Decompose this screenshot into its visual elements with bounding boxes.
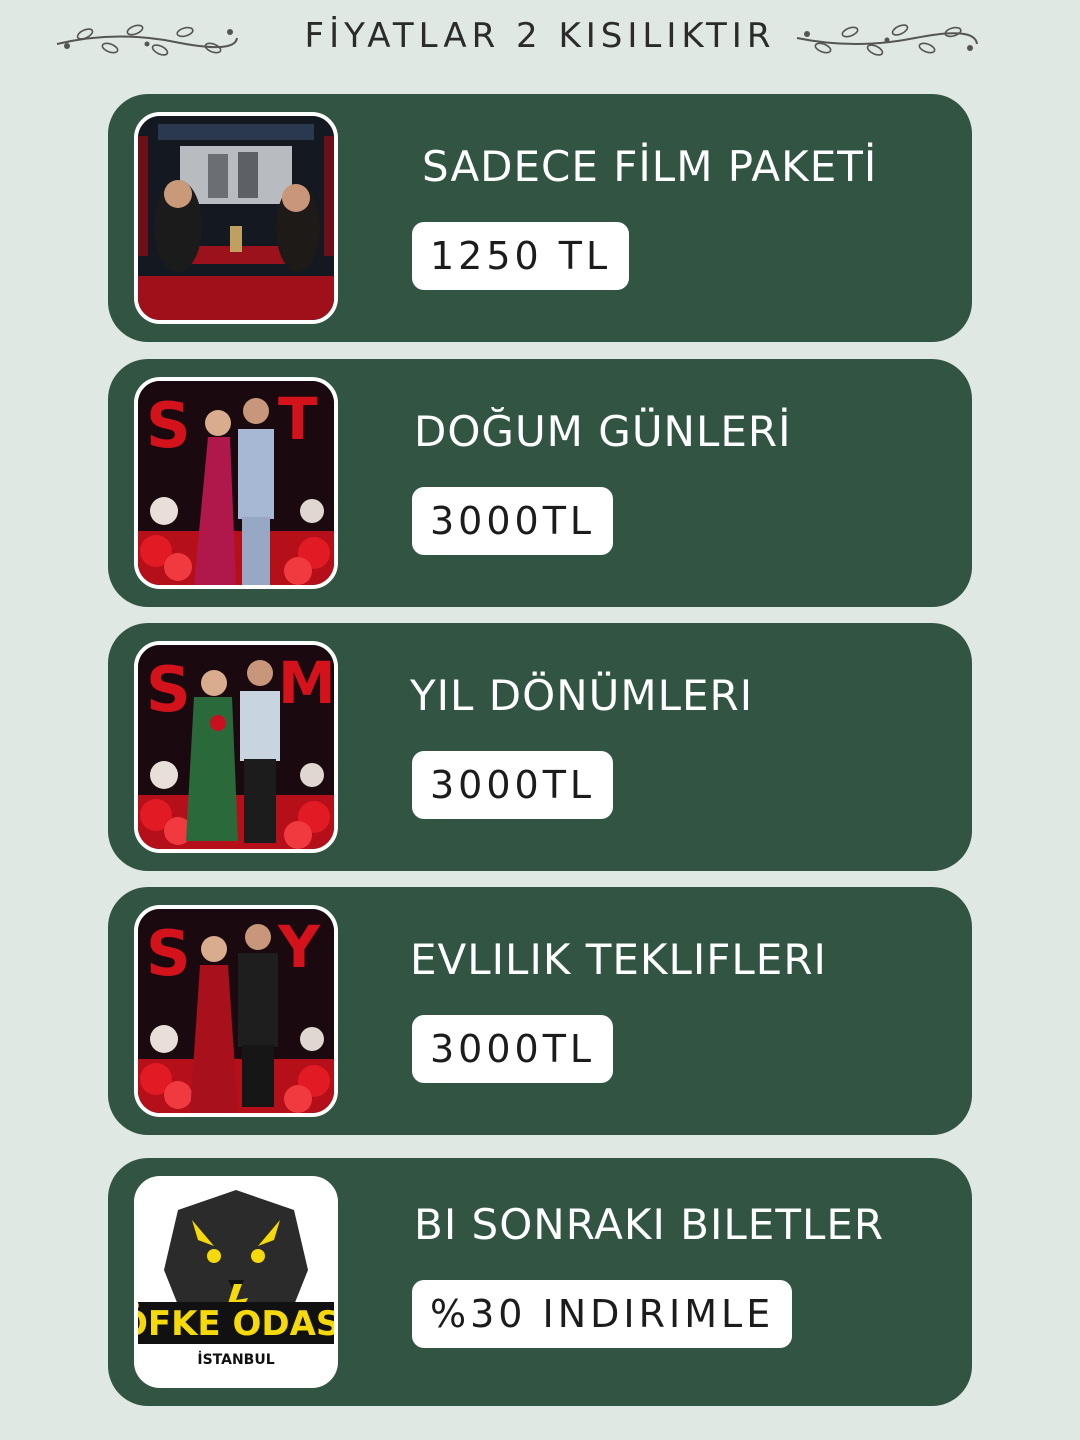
package-title: YIL DÖNÜMLERI [410,671,754,720]
svg-text:M: M [278,649,334,717]
package-card-proposal[interactable]: S Y EVLILIK TEKLIFLERI 3000TL [108,887,972,1135]
package-title: EVLILIK TEKLIFLERI [410,935,827,984]
package-title: BI SONRAKI BILETLER [414,1200,885,1249]
price-badge: %30 INDIRIMLE [412,1280,793,1348]
ofke-odasi-logo: ÖFKE ODASI İSTANBUL [134,1176,338,1388]
price-badge: 3000TL [412,751,614,819]
price-badge: 1250 TL [412,222,630,290]
price-badge: 3000TL [412,1015,614,1083]
svg-text:S: S [146,389,191,462]
header: FİYATLAR 2 KISILIKTIR [0,0,1080,80]
couple-balloons-photo: S Y [134,905,338,1117]
package-card-film[interactable]: SADECE FİLM PAKETİ 1250 TL [108,94,972,342]
svg-text:T: T [278,385,318,453]
svg-text:İSTANBUL: İSTANBUL [197,1351,274,1368]
floral-sprig-icon [796,24,978,56]
price-badge: 3000TL [412,487,614,555]
couple-cinema-photo [134,112,338,324]
svg-text:S: S [146,653,191,726]
couple-balloons-photo: S M [134,641,338,853]
package-title: DOĞUM GÜNLERİ [414,407,792,456]
svg-text:S: S [146,917,191,990]
svg-text:Y: Y [277,913,321,981]
couple-balloons-photo: S T [134,377,338,589]
package-card-anniversary[interactable]: S M YIL DÖNÜMLERI 3000TL [108,623,972,871]
package-card-next-tickets[interactable]: ÖFKE ODASI İSTANBUL BI SONRAKI BILETLER … [108,1158,972,1406]
package-card-birthday[interactable]: S T DOĞUM GÜNLERİ 3000TL [108,359,972,607]
package-title: SADECE FİLM PAKETİ [422,142,878,191]
svg-text:ÖFKE ODASI: ÖFKE ODASI [138,1303,334,1344]
